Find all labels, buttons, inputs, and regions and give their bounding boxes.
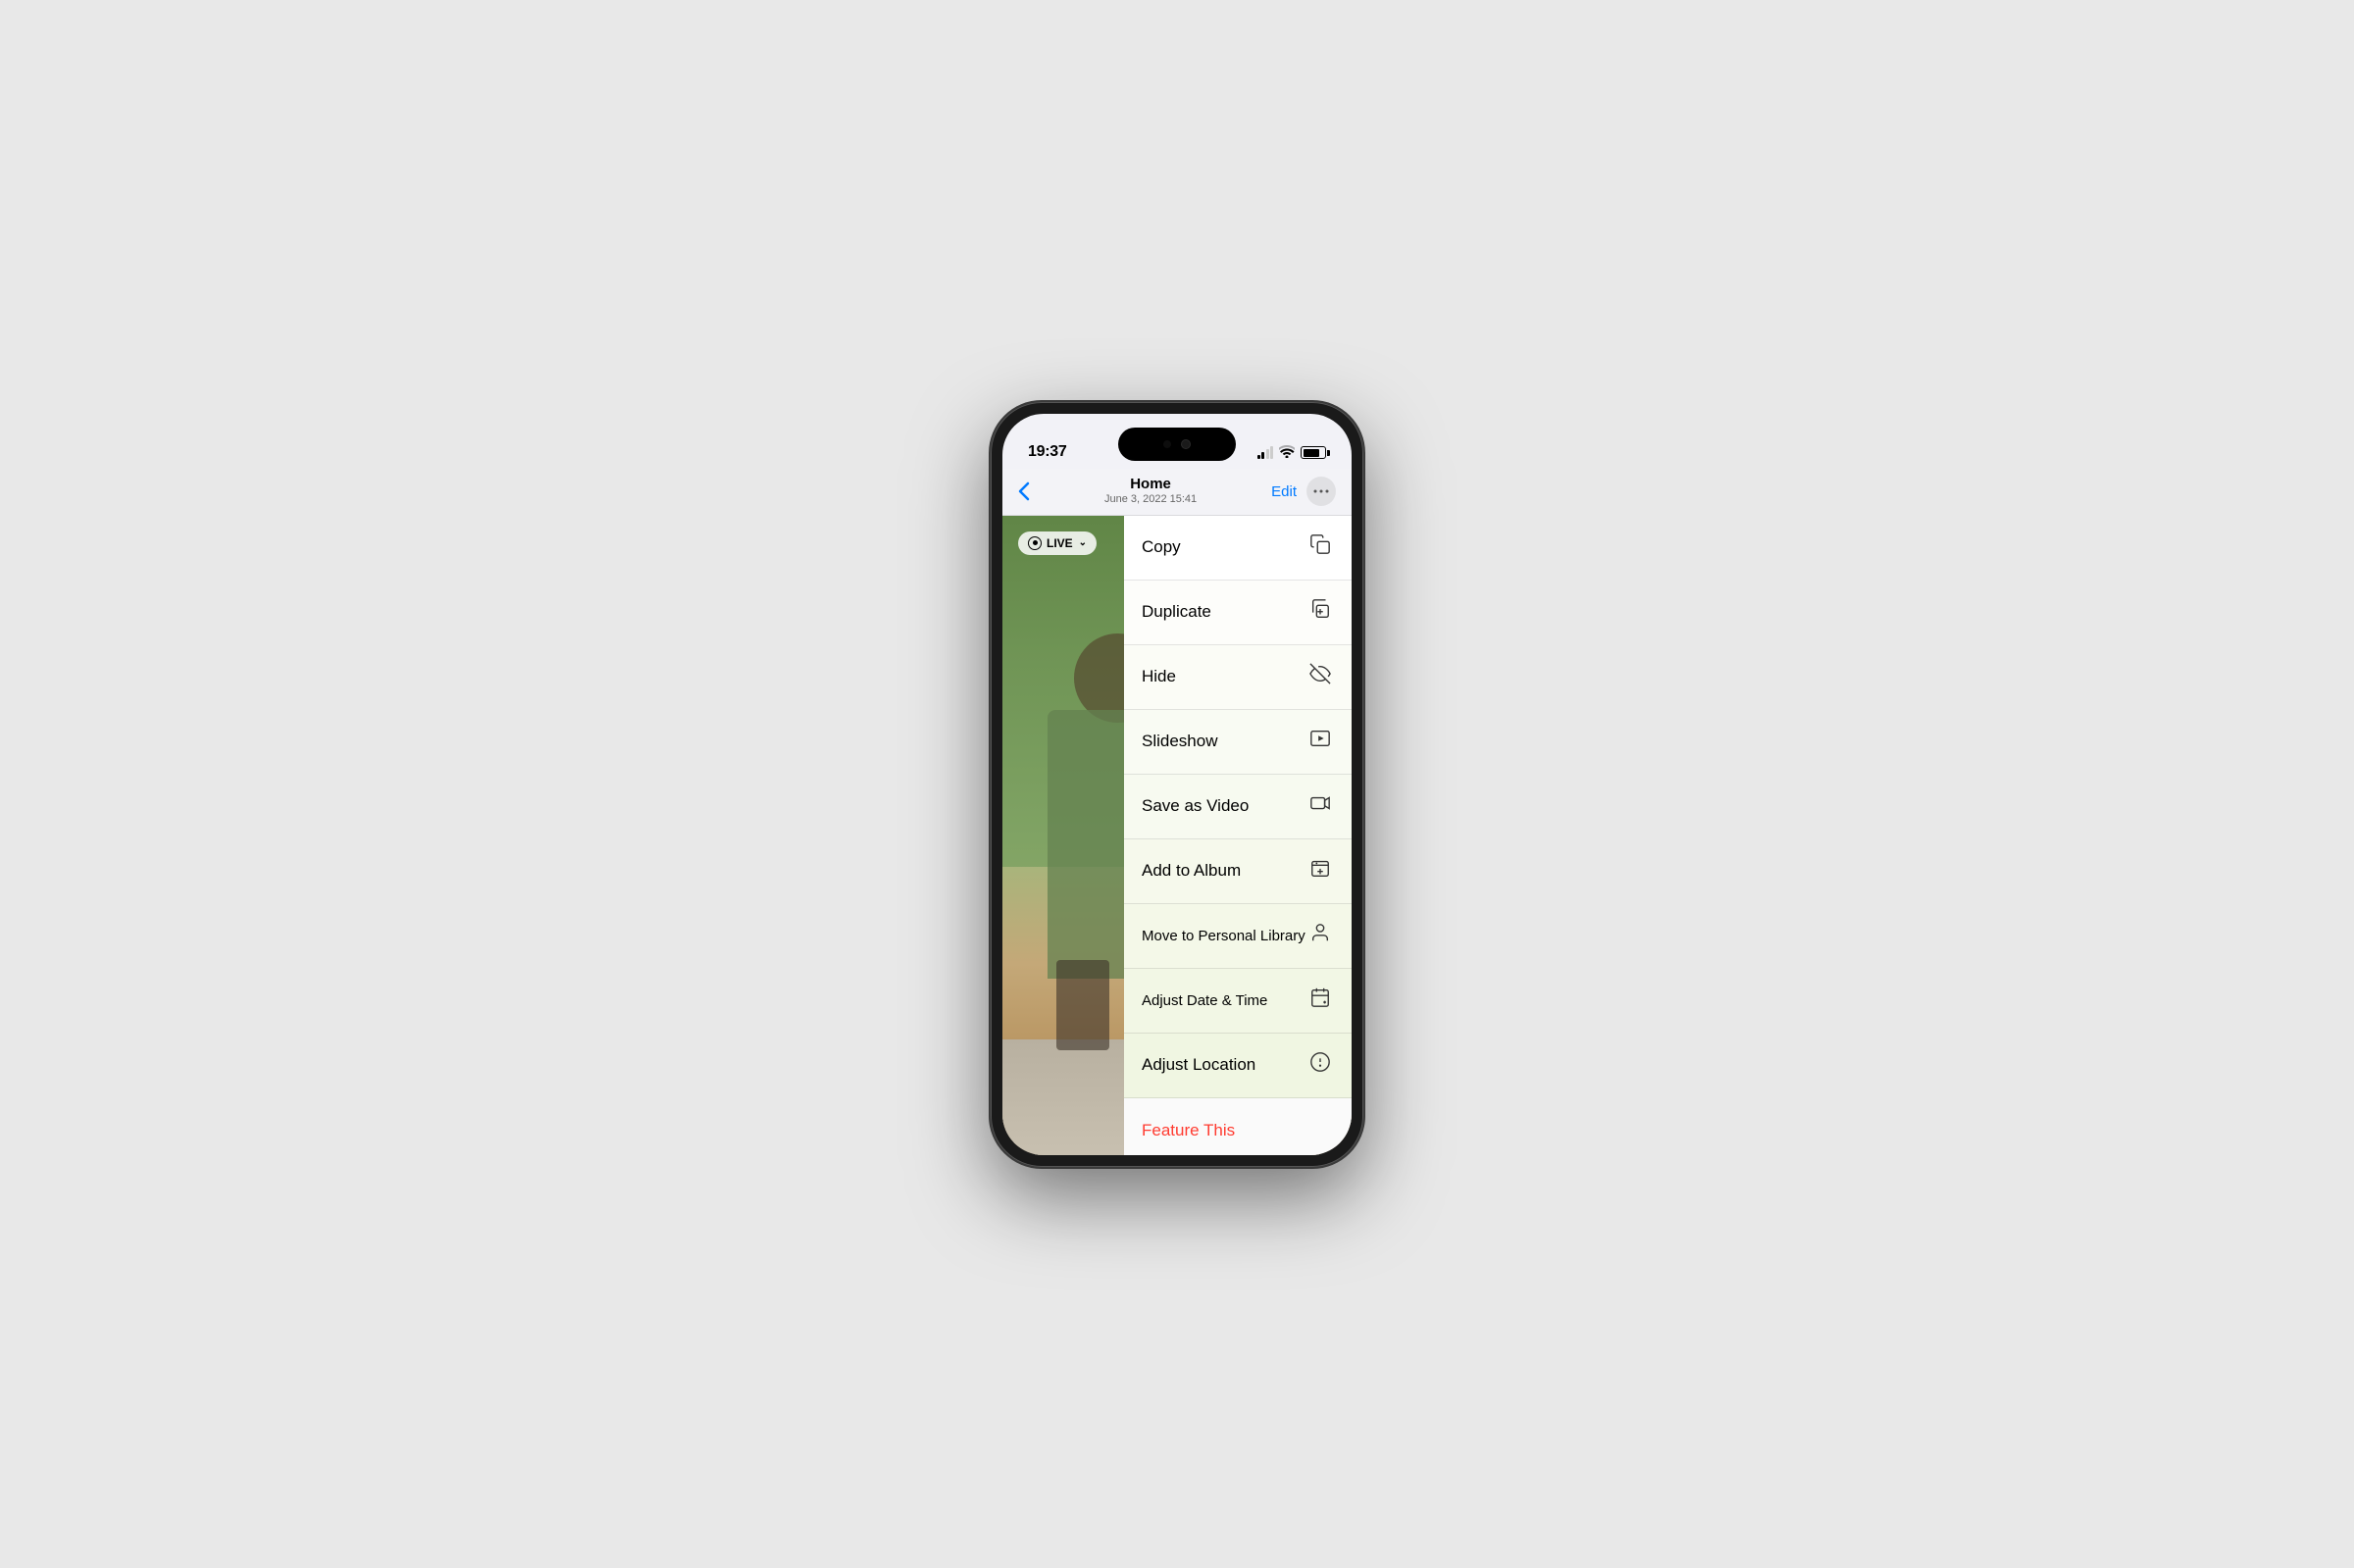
menu-item-duplicate-label: Duplicate bbox=[1142, 602, 1211, 622]
nav-center: Home June 3, 2022 15:41 bbox=[1104, 476, 1197, 506]
add-to-album-icon bbox=[1306, 857, 1334, 885]
battery-fill bbox=[1304, 449, 1320, 457]
menu-item-add-to-album[interactable]: Add to Album bbox=[1124, 839, 1352, 904]
menu-item-adjust-date-time-label: Adjust Date & Time bbox=[1142, 992, 1267, 1009]
adjust-date-time-icon bbox=[1306, 986, 1334, 1014]
menu-item-move-to-personal-library-label: Move to Personal Library bbox=[1142, 928, 1305, 944]
menu-item-move-to-personal-library[interactable]: Move to Personal Library bbox=[1124, 904, 1352, 969]
adjust-location-icon bbox=[1306, 1051, 1334, 1079]
live-dot-icon bbox=[1028, 536, 1042, 550]
menu-item-duplicate[interactable]: Duplicate bbox=[1124, 581, 1352, 645]
scene: 19:37 bbox=[883, 392, 1471, 1177]
back-button[interactable] bbox=[1018, 481, 1030, 501]
menu-item-adjust-date-time[interactable]: Adjust Date & Time bbox=[1124, 969, 1352, 1034]
duplicate-icon bbox=[1306, 598, 1334, 626]
live-chevron-icon: ⌄ bbox=[1079, 537, 1087, 548]
wifi-icon bbox=[1279, 445, 1295, 461]
save-as-video-icon bbox=[1306, 792, 1334, 820]
copy-icon bbox=[1306, 533, 1334, 561]
menu-item-feature-this[interactable]: Feature This bbox=[1124, 1098, 1352, 1155]
signal-bar-4 bbox=[1270, 446, 1273, 459]
nav-bar: Home June 3, 2022 15:41 Edit bbox=[1002, 469, 1352, 516]
personal-library-icon bbox=[1306, 922, 1334, 949]
status-time: 19:37 bbox=[1028, 443, 1066, 461]
nav-title: Home bbox=[1104, 476, 1197, 493]
edit-button[interactable]: Edit bbox=[1271, 483, 1297, 500]
nav-actions: Edit bbox=[1271, 477, 1336, 506]
photo-area: LIVE ⌄ Copy bbox=[1002, 516, 1352, 1155]
menu-item-copy[interactable]: Copy bbox=[1124, 516, 1352, 581]
signal-bar-3 bbox=[1266, 449, 1269, 459]
menu-item-adjust-location[interactable]: Adjust Location bbox=[1124, 1034, 1352, 1098]
signal-bar-2 bbox=[1261, 452, 1264, 459]
island-sensor bbox=[1163, 440, 1171, 448]
nav-subtitle: June 3, 2022 15:41 bbox=[1104, 493, 1197, 506]
menu-item-hide[interactable]: Hide bbox=[1124, 645, 1352, 710]
hide-icon bbox=[1306, 663, 1334, 690]
menu-item-feature-this-label: Feature This bbox=[1142, 1121, 1235, 1140]
context-menu: Copy Duplicate bbox=[1124, 516, 1352, 1155]
signal-bars-icon bbox=[1257, 446, 1274, 459]
menu-item-copy-label: Copy bbox=[1142, 537, 1181, 557]
menu-item-slideshow[interactable]: Slideshow bbox=[1124, 710, 1352, 775]
battery-icon bbox=[1301, 446, 1326, 459]
menu-item-save-as-video-label: Save as Video bbox=[1142, 796, 1249, 816]
menu-item-hide-label: Hide bbox=[1142, 667, 1176, 686]
dynamic-island bbox=[1118, 428, 1236, 461]
menu-item-slideshow-label: Slideshow bbox=[1142, 732, 1218, 751]
status-icons bbox=[1257, 445, 1327, 461]
slideshow-icon bbox=[1306, 728, 1334, 755]
live-label: LIVE bbox=[1047, 536, 1073, 550]
signal-bar-1 bbox=[1257, 455, 1260, 459]
menu-item-save-as-video[interactable]: Save as Video bbox=[1124, 775, 1352, 839]
menu-item-adjust-location-label: Adjust Location bbox=[1142, 1055, 1255, 1075]
more-button[interactable] bbox=[1306, 477, 1336, 506]
live-badge[interactable]: LIVE ⌄ bbox=[1018, 531, 1097, 555]
phone-frame: 19:37 bbox=[991, 402, 1363, 1167]
menu-item-add-to-album-label: Add to Album bbox=[1142, 861, 1241, 881]
island-camera bbox=[1181, 439, 1191, 449]
phone-screen: 19:37 bbox=[1002, 414, 1352, 1155]
